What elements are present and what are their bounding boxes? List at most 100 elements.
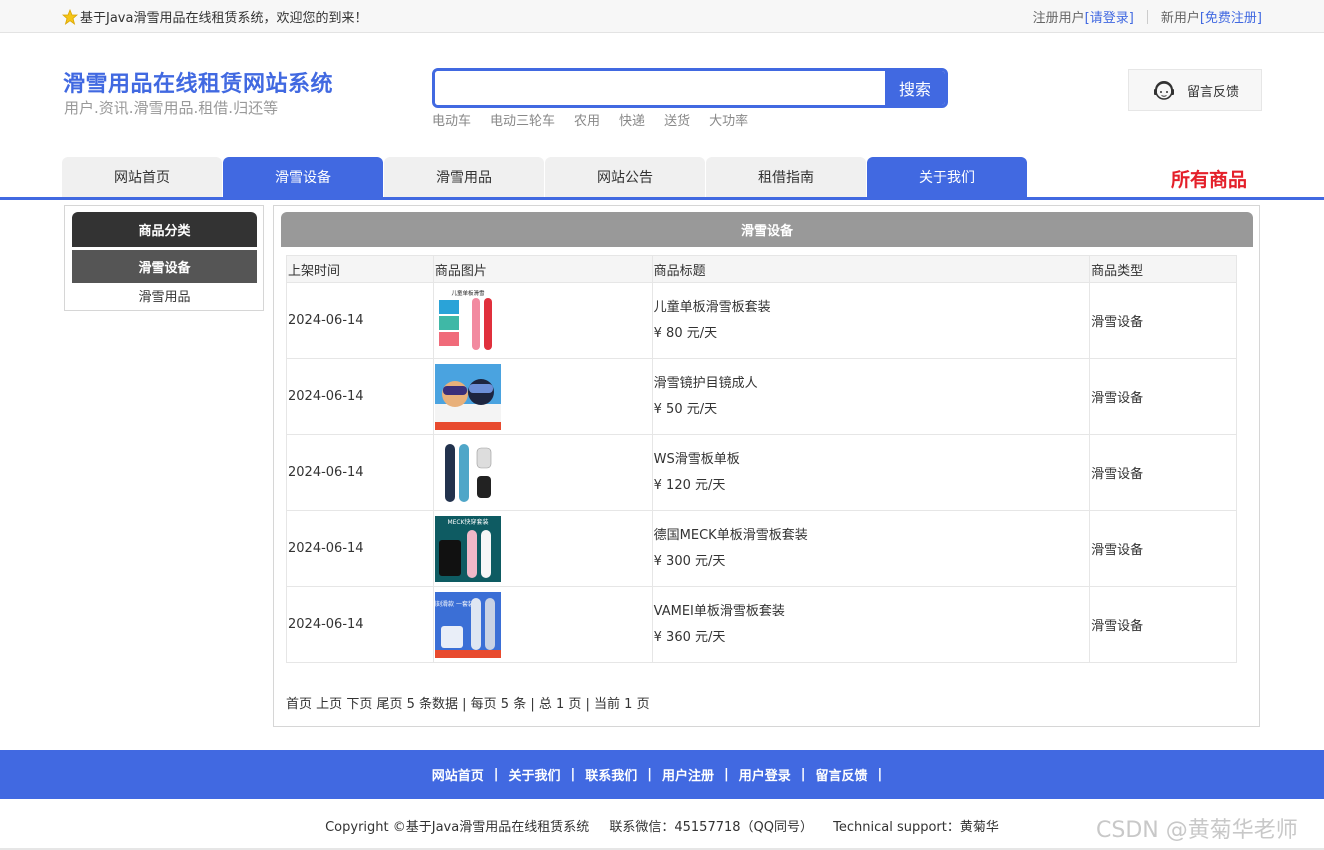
product-thumbnail[interactable]: 入门刻滑款 一套装够 bbox=[434, 591, 501, 658]
divider bbox=[1146, 9, 1148, 24]
footer-link-home[interactable]: 网站首页 bbox=[432, 765, 484, 784]
watermark: CSDN @黄菊华老师 bbox=[1096, 818, 1298, 843]
user-links: 注册用户 [请登录] 新用户 [免费注册] bbox=[1033, 7, 1262, 26]
hot-word[interactable]: 农用 bbox=[574, 110, 600, 129]
row-title-cell: 儿童单板滑雪板套装 ¥ 80 元/天 bbox=[651, 282, 1091, 359]
column-header: 上架时间 bbox=[286, 255, 434, 283]
row-type: 滑雪设备 bbox=[1089, 586, 1237, 663]
headset-icon bbox=[1153, 81, 1174, 100]
pager-summary: 5 条数据 | 每页 5 条 | 总 1 页 | 当前 1 页 bbox=[406, 697, 650, 712]
product-title[interactable]: 儿童单板滑雪板套装 bbox=[654, 295, 1089, 321]
welcome-message: 基于Java滑雪用品在线租赁系统，欢迎您的到来！ bbox=[62, 7, 367, 26]
hot-word[interactable]: 电动三轮车 bbox=[490, 110, 555, 129]
table-row[interactable]: 2024-06-14 入门刻滑款 一套装够 VAMEI单板滑雪板套装 ¥ 360… bbox=[286, 586, 1237, 663]
sidebar-heading: 商品分类 bbox=[72, 212, 257, 247]
site-subtitle: 用户.资讯.滑雪用品.租借.归还等 bbox=[64, 99, 279, 117]
row-title-cell: 德国MECK单板滑雪板套装 ¥ 300 元/天 bbox=[651, 510, 1091, 587]
footer-link-about[interactable]: 关于我们 bbox=[508, 765, 560, 784]
search-button[interactable]: 搜索 bbox=[885, 71, 945, 105]
row-type: 滑雪设备 bbox=[1089, 282, 1237, 359]
search-input[interactable] bbox=[435, 71, 885, 105]
login-link[interactable]: [请登录] bbox=[1085, 7, 1134, 26]
product-price: ¥ 80 元/天 bbox=[653, 325, 718, 341]
footer-link-contact[interactable]: 联系我们 bbox=[585, 765, 637, 784]
row-type: 滑雪设备 bbox=[1089, 358, 1237, 435]
sidebar-item-ski-equipment[interactable]: 滑雪设备 bbox=[72, 250, 257, 283]
row-image-cell bbox=[432, 434, 653, 511]
product-title[interactable]: VAMEI单板滑雪板套装 bbox=[654, 599, 1089, 625]
row-date: 2024-06-14 bbox=[286, 358, 434, 435]
row-image-cell bbox=[432, 358, 653, 435]
row-date: 2024-06-14 bbox=[286, 510, 434, 587]
product-price: ¥ 360 元/天 bbox=[653, 629, 726, 645]
product-thumbnail[interactable] bbox=[434, 439, 501, 506]
hot-word[interactable]: 送货 bbox=[664, 110, 690, 129]
pager-last[interactable]: 尾页 bbox=[376, 693, 402, 712]
table-row[interactable]: 2024-06-14 滑雪镜护目镜成人 ¥ 50 元/天 滑雪设备 bbox=[286, 358, 1237, 435]
welcome-text: 基于Java滑雪用品在线租赁系统，欢迎您的到来！ bbox=[80, 11, 368, 26]
row-date: 2024-06-14 bbox=[286, 586, 434, 663]
table-header-row: 上架时间 商品图片 商品标题 商品类型 bbox=[286, 255, 1237, 283]
row-date: 2024-06-14 bbox=[286, 434, 434, 511]
pager-prev[interactable]: 上页 bbox=[316, 693, 342, 712]
row-title-cell: 滑雪镜护目镜成人 ¥ 50 元/天 bbox=[651, 358, 1091, 435]
product-title[interactable]: WS滑雪板单板 bbox=[654, 447, 1089, 473]
table-row[interactable]: 2024-06-14 儿童单板滑雪 儿童单板滑雪板套装 ¥ 80 元/天 滑雪设… bbox=[286, 282, 1237, 359]
tab-ski-equipment[interactable]: 滑雪设备 bbox=[223, 157, 383, 197]
row-date: 2024-06-14 bbox=[286, 282, 434, 359]
product-thumbnail[interactable] bbox=[434, 363, 501, 430]
nav-underline bbox=[0, 197, 1324, 200]
footer-link-login[interactable]: 用户登录 bbox=[739, 765, 791, 784]
tab-home[interactable]: 网站首页 bbox=[62, 157, 222, 197]
product-thumbnail[interactable]: MECK快穿套装 bbox=[434, 515, 501, 582]
product-price: ¥ 120 元/天 bbox=[653, 477, 726, 493]
footer-link-feedback[interactable]: 留言反馈 bbox=[816, 765, 868, 784]
hot-word[interactable]: 电动车 bbox=[432, 110, 471, 129]
product-title[interactable]: 德国MECK单板滑雪板套装 bbox=[654, 523, 1089, 549]
column-header: 商品标题 bbox=[651, 255, 1091, 283]
hot-words: 电动车 电动三轮车 农用 快递 送货 大功率 bbox=[432, 110, 748, 129]
column-header: 商品类型 bbox=[1089, 255, 1237, 283]
product-price: ¥ 50 元/天 bbox=[653, 401, 718, 417]
category-sidebar: 商品分类 滑雪设备 滑雪用品 bbox=[64, 205, 264, 311]
goods-table: 上架时间 商品图片 商品标题 商品类型 2024-06-14 儿童单板滑雪 儿童… bbox=[286, 255, 1237, 663]
row-image-cell: MECK快穿套装 bbox=[432, 510, 653, 587]
thumbnail-caption: 儿童单板滑雪 bbox=[451, 289, 485, 297]
product-price: ¥ 300 元/天 bbox=[653, 553, 726, 569]
contact-text: 联系微信：45157718（QQ同号） bbox=[609, 820, 813, 835]
pager-first[interactable]: 首页 bbox=[286, 693, 312, 712]
row-title-cell: VAMEI单板滑雪板套装 ¥ 360 元/天 bbox=[651, 586, 1091, 663]
pagination: 首页 上页 下页 尾页 5 条数据 | 每页 5 条 | 总 1 页 | 当前 … bbox=[286, 693, 650, 712]
sidebar-item-ski-supplies[interactable]: 滑雪用品 bbox=[72, 285, 257, 305]
row-type: 滑雪设备 bbox=[1089, 434, 1237, 511]
register-user-label: 注册用户 bbox=[1032, 11, 1085, 26]
row-image-cell: 入门刻滑款 一套装够 bbox=[432, 586, 653, 663]
product-thumbnail[interactable]: 儿童单板滑雪 bbox=[434, 287, 501, 354]
goods-panel: 滑雪设备 上架时间 商品图片 商品标题 商品类型 2024-06-14 儿童单板… bbox=[273, 205, 1260, 727]
top-bar: 基于Java滑雪用品在线租赁系统，欢迎您的到来！ 注册用户 [请登录] 新用户 … bbox=[0, 0, 1324, 33]
search-bar: 搜索 bbox=[432, 68, 948, 108]
table-row[interactable]: 2024-06-14 MECK快穿套装 德国MECK单板滑雪板套装 ¥ 300 … bbox=[286, 510, 1237, 587]
tab-announcements[interactable]: 网站公告 bbox=[545, 157, 705, 197]
tab-about-us[interactable]: 关于我们 bbox=[867, 157, 1027, 197]
signup-link[interactable]: [免费注册] bbox=[1200, 7, 1262, 26]
all-goods-link[interactable]: 所有商品 bbox=[1171, 165, 1247, 192]
hot-word[interactable]: 快递 bbox=[619, 110, 645, 129]
tab-rental-guide[interactable]: 租借指南 bbox=[706, 157, 866, 197]
row-type: 滑雪设备 bbox=[1089, 510, 1237, 587]
pager-next[interactable]: 下页 bbox=[346, 693, 372, 712]
tab-ski-supplies[interactable]: 滑雪用品 bbox=[384, 157, 544, 197]
hot-word[interactable]: 大功率 bbox=[709, 110, 748, 129]
column-header: 商品图片 bbox=[432, 255, 653, 283]
feedback-button[interactable]: 留言反馈 bbox=[1128, 69, 1262, 111]
footer-nav: 网站首页 | 关于我们 | 联系我们 | 用户注册 | 用户登录 | 留言反馈 | bbox=[0, 750, 1324, 799]
star-icon bbox=[62, 8, 78, 25]
table-row[interactable]: 2024-06-14 WS滑雪板单板 ¥ 120 元/天 滑雪设备 bbox=[286, 434, 1237, 511]
support-text: Technical support：黄菊华 bbox=[833, 820, 999, 835]
copyright-text: Copyright ©基于Java滑雪用品在线租赁系统 bbox=[325, 820, 590, 835]
product-title[interactable]: 滑雪镜护目镜成人 bbox=[654, 371, 1089, 397]
site-title[interactable]: 滑雪用品在线租赁网站系统 bbox=[63, 66, 333, 98]
footer-link-register[interactable]: 用户注册 bbox=[662, 765, 714, 784]
new-user-label: 新用户 bbox=[1160, 11, 1200, 26]
row-title-cell: WS滑雪板单板 ¥ 120 元/天 bbox=[651, 434, 1091, 511]
